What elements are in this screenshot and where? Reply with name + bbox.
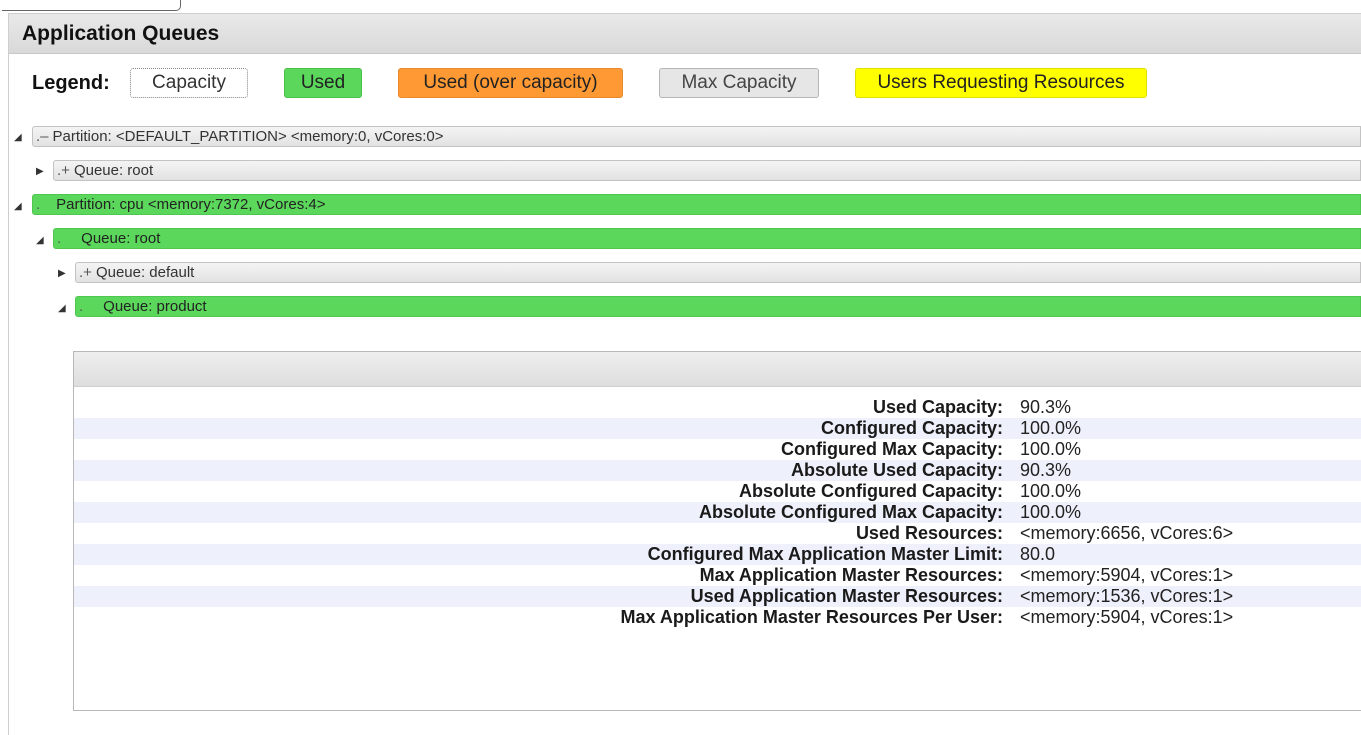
partition-default-label: Partition: <DEFAULT_PARTITION> <memory:0…: [52, 128, 444, 145]
queue-root-cpu-label: Queue: root: [81, 230, 161, 247]
detail-row: Configured Capacity: 100.0%: [74, 418, 1361, 439]
detail-key: Used Application Master Resources:: [690, 586, 1003, 606]
detail-key: Max Application Master Resources Per Use…: [620, 607, 1003, 627]
partition-default-bar[interactable]: .– Partition: <DEFAULT_PARTITION> <memory…: [32, 126, 1361, 147]
detail-key: Max Application Master Resources:: [699, 565, 1003, 585]
detail-value: 80.0: [1020, 544, 1056, 564]
queue-root-cpu-bar[interactable]: . Queue: root: [53, 228, 1361, 249]
tab-stub: [2, 0, 181, 11]
detail-row: Absolute Configured Capacity: 100.0%: [74, 481, 1361, 502]
legend-max-capacity: Max Capacity: [659, 68, 819, 98]
detail-row: Configured Max Application Master Limit:…: [74, 544, 1361, 565]
detail-key: Configured Max Application Master Limit:: [647, 544, 1003, 564]
detail-row: Max Application Master Resources: <memory…: [74, 565, 1361, 586]
detail-key: Configured Capacity:: [820, 418, 1003, 438]
detail-value: <memory:1536, vCores:1>: [1020, 586, 1234, 606]
detail-key: Absolute Configured Max Capacity:: [698, 502, 1003, 522]
collapse-toggle-icon[interactable]: ◢: [36, 235, 46, 247]
detail-value: 100.0%: [1020, 439, 1082, 459]
detail-key: Configured Max Capacity:: [780, 439, 1003, 459]
detail-value: 100.0%: [1020, 418, 1082, 438]
legend: Legend: Capacity Used Used (over capacit…: [0, 66, 1361, 102]
partition-cpu-bar[interactable]: . Partition: cpu <memory:7372, vCores:4>: [32, 194, 1361, 215]
queue-default-label: Queue: default: [95, 264, 195, 281]
legend-users-requesting: Users Requesting Resources: [855, 68, 1147, 98]
detail-key: Absolute Used Capacity:: [790, 460, 1003, 480]
legend-used-over-capacity: Used (over capacity): [398, 68, 623, 98]
expand-toggle-icon[interactable]: ▶: [36, 166, 46, 178]
legend-capacity: Capacity: [130, 68, 248, 98]
collapse-toggle-icon[interactable]: ◢: [14, 201, 24, 213]
detail-row: Configured Max Capacity: 100.0%: [74, 439, 1361, 460]
tree-node-prefix: .–: [36, 128, 49, 145]
detail-value: <memory:5904, vCores:1>: [1020, 565, 1234, 585]
legend-used: Used: [284, 68, 362, 98]
detail-row: Used Capacity: 90.3%: [74, 397, 1361, 418]
detail-value: <memory:5904, vCores:1>: [1020, 607, 1234, 627]
partition-cpu-label: Partition: cpu <memory:7372, vCores:4>: [56, 196, 326, 213]
detail-key: Used Resources:: [855, 523, 1003, 543]
queue-product-bar[interactable]: . Queue: product: [75, 296, 1361, 317]
queue-root-default-partition-bar[interactable]: .+ Queue: root: [53, 160, 1361, 181]
detail-key: Used Capacity:: [872, 397, 1003, 417]
detail-value: 100.0%: [1020, 481, 1082, 501]
queue-default-bar[interactable]: .+ Queue: default: [75, 262, 1361, 283]
page-title: Application Queues: [9, 14, 1361, 54]
detail-value: 90.3%: [1020, 460, 1072, 480]
tree-node-prefix: .+: [79, 264, 92, 281]
queue-root-label: Queue: root: [73, 162, 154, 179]
detail-row: Max Application Master Resources Per Use…: [74, 607, 1361, 628]
detail-row: Used Resources: <memory:6656, vCores:6>: [74, 523, 1361, 544]
detail-key: Absolute Configured Capacity:: [738, 481, 1003, 501]
detail-row: Absolute Used Capacity: 90.3%: [74, 460, 1361, 481]
queue-product-label: Queue: product: [103, 298, 207, 315]
tree-node-prefix: .+: [57, 162, 70, 179]
detail-row: Absolute Configured Max Capacity: 100.0%: [74, 502, 1361, 523]
detail-value: 90.3%: [1020, 397, 1072, 417]
detail-value: <memory:6656, vCores:6>: [1020, 523, 1234, 543]
top-strip: [0, 0, 1361, 12]
expand-toggle-icon[interactable]: ▶: [58, 268, 68, 280]
queue-details-panel: Used Capacity: 90.3% Configured Capacity:…: [73, 351, 1361, 711]
legend-title: Legend:: [32, 72, 110, 94]
detail-value: 100.0%: [1020, 502, 1082, 522]
details-header: [74, 352, 1361, 387]
collapse-toggle-icon[interactable]: ◢: [14, 132, 24, 144]
collapse-toggle-icon[interactable]: ◢: [58, 303, 68, 315]
detail-row: Used Application Master Resources: <memor…: [74, 586, 1361, 607]
